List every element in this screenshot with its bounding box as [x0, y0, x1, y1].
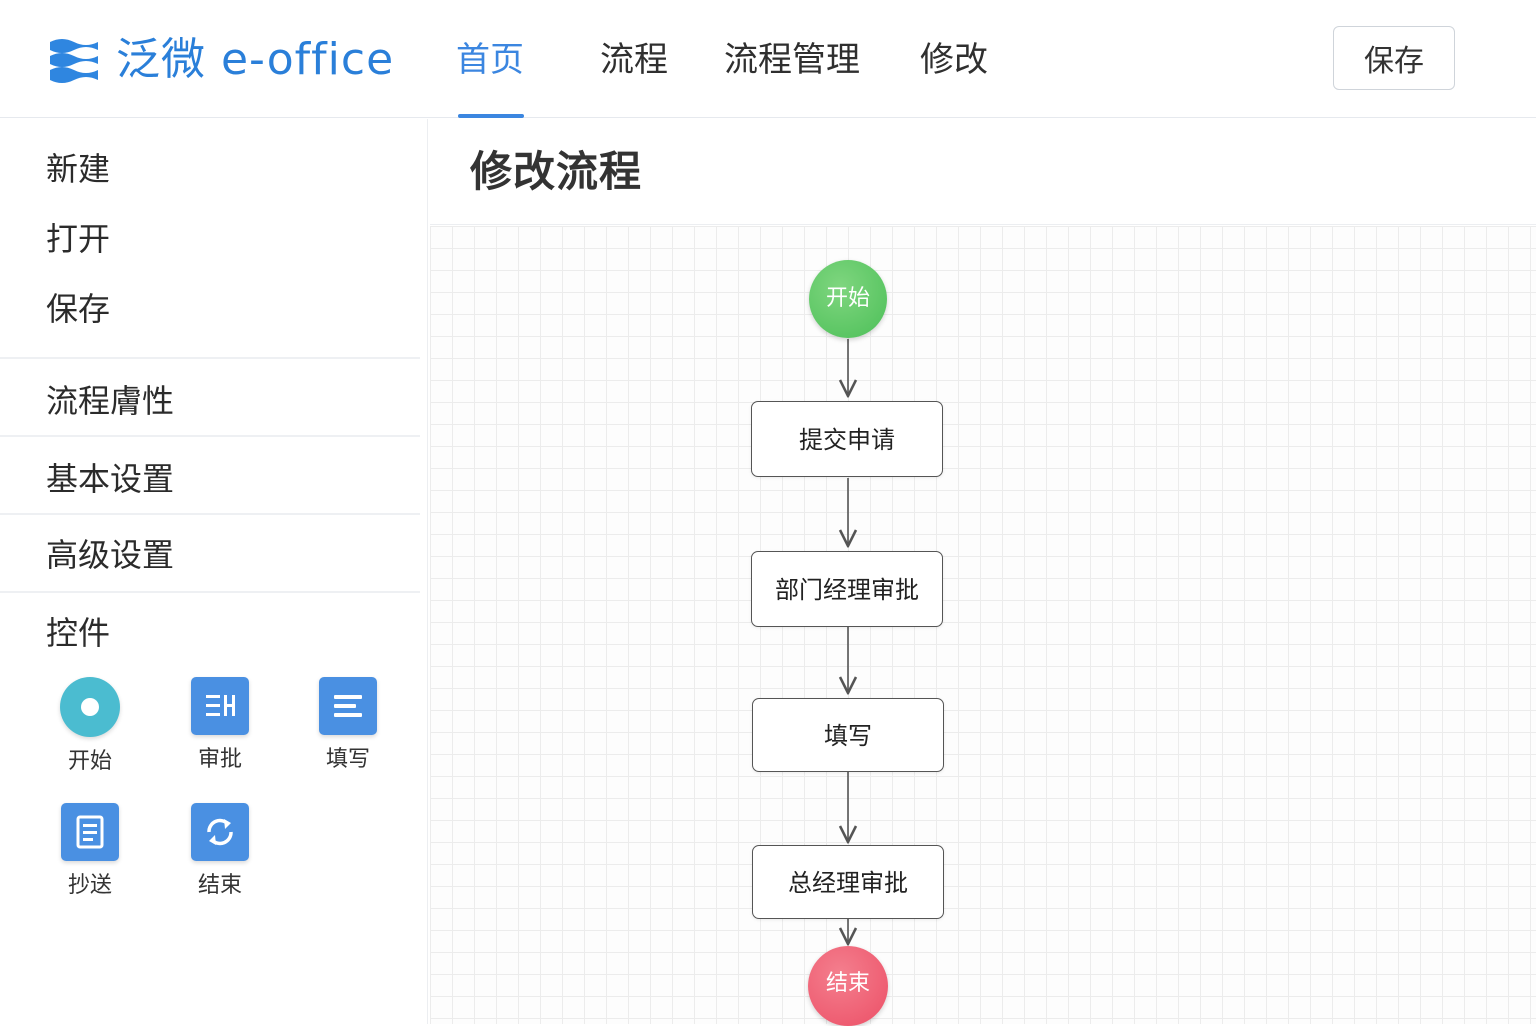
- fill-icon: [319, 677, 377, 735]
- controls-title: 控件: [46, 614, 111, 652]
- flow-start-node[interactable]: 开始: [809, 260, 887, 338]
- tool-start-label: 开始: [67, 749, 112, 774]
- sidebar-item-save[interactable]: 保存: [46, 287, 110, 331]
- sidebar-item-open[interactable]: 打开: [46, 217, 110, 261]
- save-button[interactable]: 保存: [1333, 26, 1455, 90]
- tool-end-label: 结束: [197, 873, 242, 898]
- eoffice-logo-icon: [50, 39, 98, 83]
- sidebar-item-new[interactable]: 新建: [46, 147, 110, 191]
- brand-name: 泛微 e-office: [116, 34, 395, 85]
- tool-approve-label: 审批: [197, 747, 242, 772]
- nav-edit-label: 修改: [920, 40, 988, 80]
- flow-step-dept-manager[interactable]: 部门经理审批: [751, 551, 943, 627]
- tool-start[interactable]: 开始: [40, 677, 140, 787]
- nav-flow[interactable]: 流程: [600, 36, 668, 118]
- tool-end[interactable]: 结束: [170, 803, 270, 913]
- tool-fill-label: 填写: [325, 747, 370, 772]
- sidebar-item-advanced-settings[interactable]: 高级设置: [46, 533, 174, 577]
- flow-connectors: [430, 339, 1536, 1024]
- sidebar-item-flow-properties[interactable]: 流程膚性: [46, 379, 174, 423]
- nav-home-label: 首页: [456, 40, 524, 80]
- flow-step-fill[interactable]: 填写: [752, 698, 944, 772]
- refresh-icon: [191, 803, 249, 861]
- flow-canvas[interactable]: 开始 提交申请 部门经理审批 填写 总经理审批 结束: [430, 226, 1536, 1026]
- cc-icon: [61, 803, 119, 861]
- nav-flow-management[interactable]: 流程管理: [724, 36, 860, 118]
- tool-fill[interactable]: 填写: [298, 677, 398, 787]
- tool-cc[interactable]: 抄送: [40, 803, 140, 913]
- flow-end-node[interactable]: 结束: [808, 946, 888, 1026]
- flow-step-gm-approve[interactable]: 总经理审批: [752, 845, 944, 919]
- flow-step-submit[interactable]: 提交申请: [751, 401, 943, 477]
- nav-edit[interactable]: 修改: [920, 36, 988, 118]
- nav-flow-management-label: 流程管理: [724, 40, 860, 80]
- top-bar: 泛微 e-office 首页 流程 流程管理 修改 保存: [0, 0, 1536, 118]
- approve-icon: [191, 677, 249, 735]
- start-circle-icon: [60, 677, 120, 737]
- sidebar-item-basic-settings[interactable]: 基本设置: [46, 457, 174, 501]
- sidebar-divider: [0, 435, 420, 437]
- page-title: 修改流程: [470, 147, 643, 196]
- nav-home[interactable]: 首页: [456, 36, 524, 118]
- sidebar: 新建 打开 保存 流程膚性 基本设置 高级设置 控件 开始 审批 填写 抄送 结…: [0, 119, 428, 1024]
- sidebar-divider: [0, 591, 420, 593]
- tool-approve[interactable]: 审批: [170, 677, 270, 787]
- nav-flow-label: 流程: [600, 40, 668, 80]
- sidebar-divider: [0, 357, 420, 359]
- sidebar-divider: [0, 513, 420, 515]
- tool-cc-label: 抄送: [67, 873, 112, 898]
